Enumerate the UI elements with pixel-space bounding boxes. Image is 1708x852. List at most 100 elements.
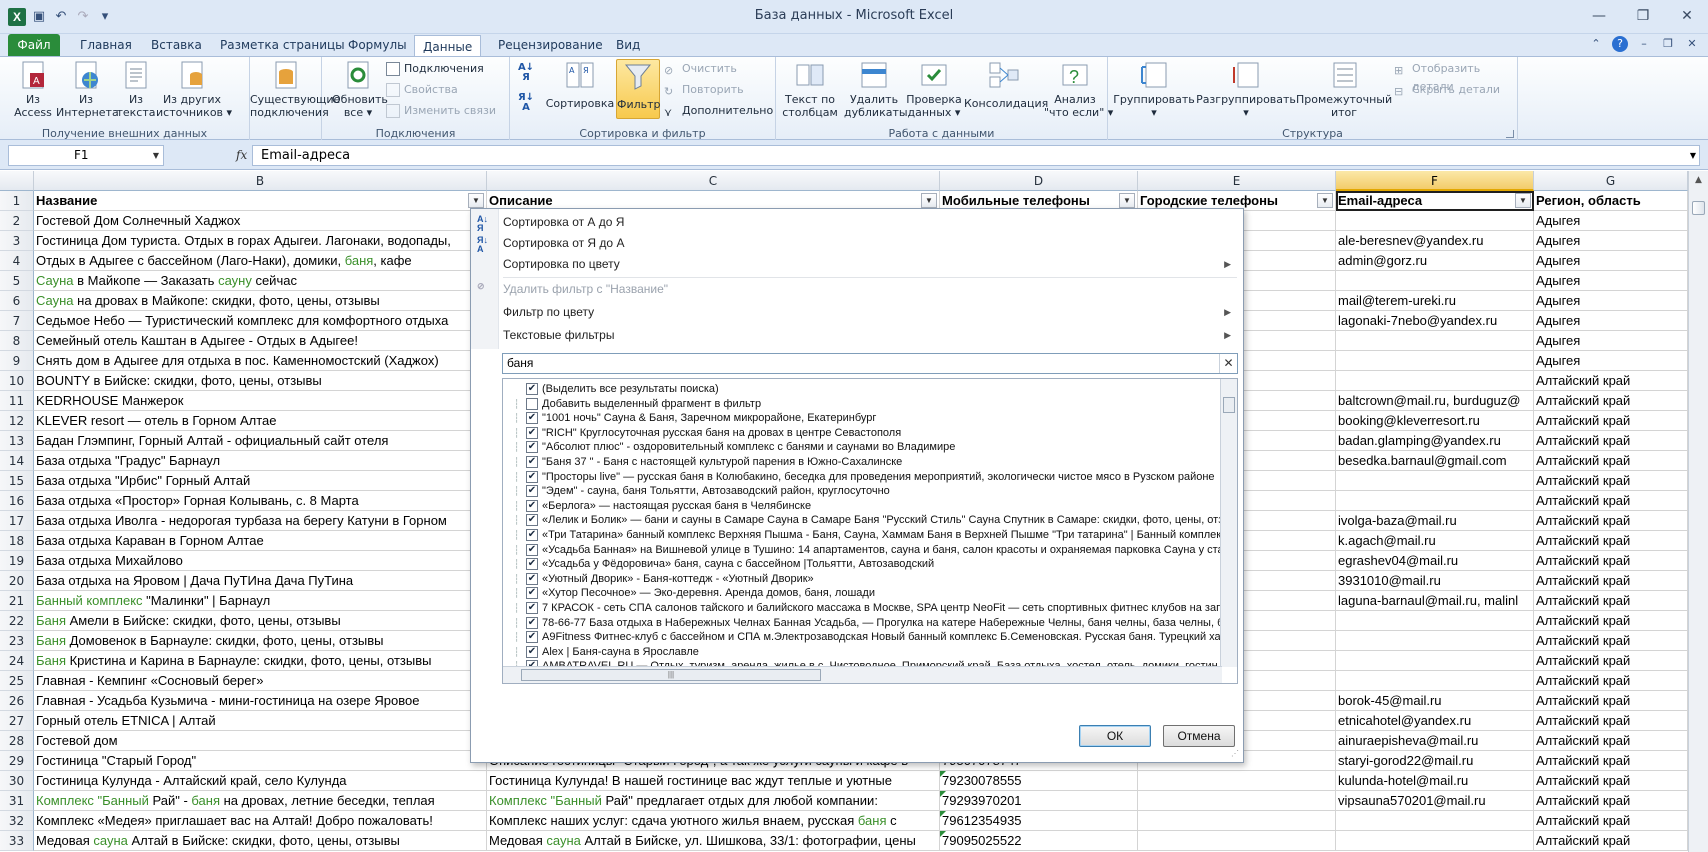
cell-g[interactable]: Алтайский край <box>1534 591 1688 611</box>
cell-b[interactable]: База отдыха Михайлово <box>34 551 487 571</box>
minimize-ribbon-icon[interactable]: ⌃ <box>1588 36 1604 52</box>
row-header[interactable]: 17 <box>0 511 34 531</box>
row-header[interactable]: 27 <box>0 711 34 731</box>
filter-list-item[interactable]: ┆ ✔ «Берлога» — настоящая русская баня в Ч… <box>503 498 1237 514</box>
edit-links-button[interactable]: Изменить связи <box>386 102 496 120</box>
checkbox[interactable]: ✔ <box>526 645 538 658</box>
cell-g[interactable]: Адыгея <box>1534 271 1688 291</box>
doc-minimize-icon[interactable]: – <box>1636 36 1652 52</box>
checkbox[interactable]: ✔ <box>526 426 538 439</box>
cell-g[interactable]: Адыгея <box>1534 211 1688 231</box>
cell-g[interactable]: Алтайский край <box>1534 611 1688 631</box>
filter-list-item[interactable]: ┆ ✔ A9Fitness Фитнес-клуб с бассейном и СП… <box>503 629 1237 645</box>
cell-f[interactable]: egrashev04@mail.ru <box>1336 551 1534 571</box>
list-vertical-scrollbar[interactable] <box>1220 379 1237 667</box>
cell-b[interactable]: KEDRHOUSE Манжерок <box>34 391 487 411</box>
row-header[interactable]: 15 <box>0 471 34 491</box>
tab-review[interactable]: Рецензирование <box>490 34 611 56</box>
cell-f[interactable]: laguna-barnaul@mail.ru, malinl <box>1336 591 1534 611</box>
list-scroll-thumb[interactable] <box>1223 397 1235 413</box>
restore-icon[interactable]: ❐ <box>1630 6 1656 26</box>
filter-list-item[interactable]: ┆ ✔ Alex | Баня-сауна в Ярославле <box>503 644 1237 660</box>
filter-list-item[interactable]: ┆ ✔ 7 КРАСОК - сеть СПА салонов тайского и… <box>503 600 1237 616</box>
sort-button[interactable]: АЯ Сортировка <box>544 59 616 110</box>
expand-formula-icon[interactable]: ▼ <box>1690 146 1696 165</box>
cell-b[interactable]: Баня Амели в Бийске: скидки, фото, цены,… <box>34 611 487 631</box>
filter-button[interactable]: Фильтр <box>616 59 661 119</box>
checkbox[interactable]: ✔ <box>526 514 538 527</box>
cell-f[interactable] <box>1336 471 1534 491</box>
cell-b[interactable]: Семейный отель Каштан в Адыгее - Отдых в… <box>34 331 487 351</box>
cell-b[interactable]: Бадан Глэмпинг, Горный Алтай - официальн… <box>34 431 487 451</box>
row-header[interactable]: 32 <box>0 811 34 831</box>
checkbox[interactable]: ✔ <box>526 441 538 454</box>
row-header[interactable]: 19 <box>0 551 34 571</box>
cell-b[interactable]: Сауна в Майкопе — Заказать сауну сейчас <box>34 271 487 291</box>
tab-formulas[interactable]: Формулы <box>340 34 415 56</box>
doc-restore-icon[interactable]: ❐ <box>1660 36 1676 52</box>
connections-button[interactable]: Подключения <box>386 60 484 78</box>
cell-f[interactable]: besedka.barnaul@gmail.com <box>1336 451 1534 471</box>
cell-f[interactable]: 3931010@mail.ru <box>1336 571 1534 591</box>
filter-list-item[interactable]: ┆ ✔ «Усадьба у Фёдоровича» баня, сауна с б… <box>503 556 1237 572</box>
advanced-filter-button[interactable]: ⋎ Дополнительно <box>664 102 773 120</box>
group-button[interactable]: Группировать ▾ <box>1112 59 1196 119</box>
filter-dropdown-icon[interactable]: ▼ <box>1119 193 1135 208</box>
column-header-g[interactable]: G <box>1534 171 1688 191</box>
cell-g[interactable]: Адыгея <box>1534 231 1688 251</box>
cell-f[interactable] <box>1336 211 1534 231</box>
insert-function-icon[interactable]: fx <box>236 145 247 166</box>
column-header-c[interactable]: C <box>487 171 940 191</box>
row-header[interactable]: 12 <box>0 411 34 431</box>
filter-dropdown-icon[interactable]: ▼ <box>1515 193 1531 208</box>
cell-g[interactable]: Алтайский край <box>1534 771 1688 791</box>
ungroup-button[interactable]: Разгруппировать ▾ <box>1196 59 1296 119</box>
cell-g[interactable]: Алтайский край <box>1534 371 1688 391</box>
cell-g[interactable]: Алтайский край <box>1534 811 1688 831</box>
row-header[interactable]: 11 <box>0 391 34 411</box>
properties-button[interactable]: Свойства <box>386 81 458 99</box>
cell-g[interactable]: Алтайский край <box>1534 711 1688 731</box>
row-header[interactable]: 8 <box>0 331 34 351</box>
tab-file[interactable]: Файл <box>8 34 60 56</box>
row-header[interactable]: 21 <box>0 591 34 611</box>
row-header[interactable]: 10 <box>0 371 34 391</box>
row-header[interactable]: 29 <box>0 751 34 771</box>
cell-g[interactable]: Алтайский край <box>1534 631 1688 651</box>
filter-list-item[interactable]: ┆ Добавить выделенный фрагмент в фильтр <box>503 396 1237 412</box>
cell-b[interactable]: Баня Кристина и Карина в Барнауле: скидк… <box>34 651 487 671</box>
cell-f[interactable]: ainuraepisheva@mail.ru <box>1336 731 1534 751</box>
checkbox[interactable]: ✔ <box>526 616 538 629</box>
data-validation-button[interactable]: Проверка данных ▾ <box>904 59 964 119</box>
cell-b[interactable]: Гостиница Дом туриста. Отдых в горах Ады… <box>34 231 487 251</box>
from-access-button[interactable]: A Из Access <box>8 59 58 119</box>
row-header[interactable]: 24 <box>0 651 34 671</box>
column-header-f[interactable]: F <box>1336 171 1534 191</box>
cell-b[interactable]: Гостевой дом <box>34 731 487 751</box>
row-header[interactable]: 3 <box>0 231 34 251</box>
checkbox[interactable]: ✔ <box>526 543 538 556</box>
row-header[interactable]: 2 <box>0 211 34 231</box>
row-header[interactable]: 16 <box>0 491 34 511</box>
select-all-corner[interactable] <box>0 171 34 191</box>
cell-e[interactable] <box>1138 771 1336 791</box>
name-box[interactable]: F1 ▼ <box>8 145 164 166</box>
clear-search-icon[interactable]: ✕ <box>1219 354 1237 373</box>
scroll-up-icon[interactable]: ▲ <box>1689 171 1708 189</box>
column-header-d[interactable]: D <box>940 171 1138 191</box>
cell-f[interactable]: baltcrown@mail.ru, burduguz@ <box>1336 391 1534 411</box>
cell-f[interactable]: staryi-gorod22@mail.ru <box>1336 751 1534 771</box>
reapply-button[interactable]: ↻ Повторить <box>664 81 744 99</box>
cell-f[interactable] <box>1336 491 1534 511</box>
cell-b[interactable]: База отдыха на Яровом | Дача ПуТИна Дача… <box>34 571 487 591</box>
remove-duplicates-button[interactable]: Удалить дубликаты <box>844 59 908 119</box>
cell-g[interactable]: Алтайский край <box>1534 431 1688 451</box>
row-header[interactable]: 22 <box>0 611 34 631</box>
filter-list-item[interactable]: ┆ ✔ 78-66-77 База отдыха в Набережных Челн… <box>503 615 1237 631</box>
checkbox[interactable]: ✔ <box>526 456 538 468</box>
cell-f[interactable]: kulunda-hotel@mail.ru <box>1336 771 1534 791</box>
close-icon[interactable]: ✕ <box>1674 6 1700 26</box>
row-header[interactable]: 13 <box>0 431 34 451</box>
tab-insert[interactable]: Вставка <box>143 34 210 56</box>
tab-view[interactable]: Вид <box>608 34 648 56</box>
